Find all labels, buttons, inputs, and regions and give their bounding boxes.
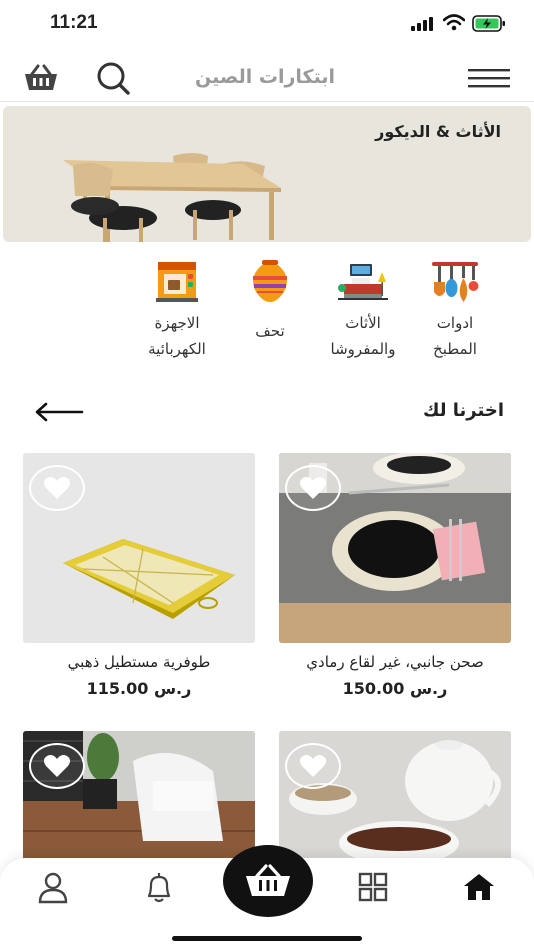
app-header: ابتكارات الصين <box>0 54 534 102</box>
product-card[interactable]: صحن جانبي، غير لقاع رمادي 150.00 ر.س <box>279 453 511 698</box>
bell-icon[interactable] <box>142 870 176 904</box>
product-name[interactable]: طوفرية مستطيل ذهبي <box>23 653 255 671</box>
dining-table-image <box>63 153 281 242</box>
user-icon[interactable] <box>36 870 70 904</box>
product-price: 150.00 ر.س <box>342 679 448 698</box>
categories-row: ادوات المطبخ الأثاث والمفروشا تحف الاجهز… <box>0 258 534 368</box>
arrow-left-icon[interactable] <box>34 402 84 422</box>
menu-icon[interactable] <box>466 66 512 90</box>
cart-button[interactable] <box>223 845 313 917</box>
product-image[interactable] <box>279 453 511 643</box>
wifi-icon <box>443 14 465 31</box>
favorite-button[interactable] <box>29 743 85 789</box>
category-banner[interactable]: الأثاث & الديكور <box>3 106 531 242</box>
basket-icon[interactable] <box>22 64 60 92</box>
cart-icon <box>246 864 290 896</box>
favorite-button[interactable] <box>29 465 85 511</box>
product-card[interactable]: طوفرية مستطيل ذهبي 115.00 ر.س <box>23 453 255 698</box>
category-label: الاجهزة الكهربائية <box>148 314 206 358</box>
search-icon[interactable] <box>94 60 132 96</box>
vase-icon <box>253 260 287 302</box>
furniture-icon <box>338 264 388 300</box>
product-image[interactable] <box>23 453 255 643</box>
heart-icon <box>299 476 327 499</box>
grid-icon[interactable] <box>356 870 390 904</box>
banner-title: الأثاث & الديكور <box>375 122 501 141</box>
signal-icon <box>411 17 433 31</box>
favorite-button[interactable] <box>285 743 341 789</box>
coffee-machine-icon <box>156 262 198 302</box>
heart-icon <box>43 754 71 777</box>
app-title: ابتكارات الصين <box>195 66 335 88</box>
heart-icon <box>43 476 71 499</box>
heart-icon <box>299 754 327 777</box>
home-icon[interactable] <box>462 870 496 904</box>
favorite-button[interactable] <box>285 465 341 511</box>
kitchen-tools-icon <box>432 262 479 302</box>
status-bar: 11:21 <box>0 0 534 48</box>
home-indicator <box>172 936 362 941</box>
section-title: اخترنا لك <box>423 400 504 421</box>
product-price: 115.00 ر.س <box>86 679 192 698</box>
status-time: 11:21 <box>50 12 98 33</box>
battery-charging-icon <box>472 15 505 32</box>
category-electronics[interactable]: الاجهزة الكهربائية <box>122 258 232 362</box>
product-name[interactable]: صحن جانبي، غير لقاع رمادي <box>279 653 511 671</box>
